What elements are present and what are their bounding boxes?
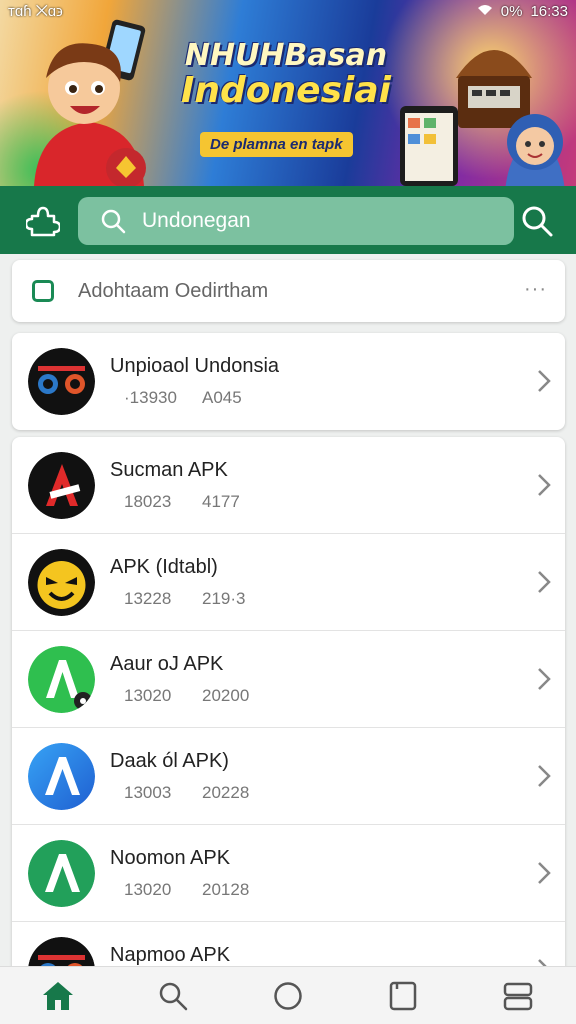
app-title: Aaur oJ APK	[110, 653, 224, 675]
banner-subtitle: De plamna en tapk	[200, 132, 353, 157]
status-right: 0% 16:33	[477, 3, 568, 20]
app-icon-red-a	[28, 452, 95, 519]
banner-title-line2: Indonesiai	[181, 69, 391, 111]
app-meta-size: 4177	[202, 492, 240, 511]
clock: 16:33	[530, 2, 568, 20]
list-item[interactable]: Sucman APK 18023 4177	[12, 437, 565, 534]
featured-card: Unpioaol Undonsia ·13930 A045	[12, 333, 565, 430]
app-meta-size: 219·3	[202, 589, 246, 608]
app-title: Noomon APK	[110, 847, 231, 869]
chevron-right-icon	[538, 370, 551, 392]
app-icon-blue-a	[28, 743, 95, 810]
app-icon-green-a	[28, 646, 95, 713]
list-item-featured[interactable]: Unpioaol Undonsia ·13930 A045	[12, 333, 565, 430]
bottom-navigation	[0, 966, 576, 1024]
search-input[interactable]	[142, 209, 482, 233]
tag-icon	[32, 280, 54, 302]
puzzle-icon[interactable]	[24, 204, 62, 238]
chevron-right-icon	[538, 765, 551, 787]
app-meta-count: 13003	[124, 783, 172, 802]
app-title: Napmoo APK	[110, 944, 231, 966]
chevron-right-icon	[538, 474, 551, 496]
app-icon-featured	[28, 348, 95, 415]
app-meta-size: A045	[202, 388, 242, 407]
chevron-right-icon	[538, 862, 551, 884]
app-meta-count: ·13930	[124, 388, 177, 407]
more-icon[interactable]: ···	[524, 278, 547, 301]
wifi-icon	[477, 3, 493, 20]
search-icon[interactable]	[153, 976, 193, 1016]
banner-title-line1: NHUHBasan	[184, 38, 388, 73]
search-field[interactable]	[78, 197, 514, 245]
promo-banner[interactable]: NHUHBasan Indonesiai De plamna en tapk	[0, 0, 576, 186]
app-title: Sucman APK	[110, 459, 228, 481]
app-icon-angry-face	[28, 549, 95, 616]
recents-icon[interactable]	[498, 976, 538, 1016]
app-meta-count: 13020	[124, 686, 172, 705]
list-item[interactable]: Noomon APK 13020 20128	[12, 825, 565, 922]
status-left-text: ᴛɑɦ ⨉ɑ϶	[8, 2, 63, 20]
app-title: Daak ól APK)	[110, 750, 229, 772]
app-title: APK (Idtabl)	[110, 556, 218, 578]
app-meta-size: 20128	[202, 880, 250, 899]
list-item[interactable]: APK (Idtabl) 13228 219·3	[12, 534, 565, 631]
home-icon[interactable]	[38, 976, 78, 1016]
search-icon	[100, 208, 126, 234]
app-meta-count: 18023	[124, 492, 172, 511]
banner-title: NHUHBasan Indonesiai	[176, 40, 396, 109]
cartoon-boy-illustration	[34, 19, 146, 186]
app-meta-count: 13020	[124, 880, 172, 899]
filter-label: Adohtaam Oedirtham	[78, 279, 269, 302]
list-item[interactable]: Aaur oJ APK 13020 20200	[12, 631, 565, 728]
square-icon[interactable]	[383, 976, 423, 1016]
category-filter[interactable]: Adohtaam Oedirtham ···	[12, 260, 565, 322]
search-button-icon[interactable]	[520, 204, 554, 238]
chevron-right-icon	[538, 668, 551, 690]
app-icon-teal-a	[28, 840, 95, 907]
status-bar: ᴛɑɦ ⨉ɑ϶ 0% 16:33	[0, 0, 576, 22]
circle-icon[interactable]	[268, 976, 308, 1016]
app-title: Unpioaol Undonsia	[110, 355, 280, 377]
hijab-girl-illustration	[505, 114, 565, 186]
app-meta-count: 13228	[124, 589, 172, 608]
app-meta-size: 20228	[202, 783, 250, 802]
app-list: Sucman APK 18023 4177 APK (Idtabl) 13228…	[12, 437, 565, 977]
app-meta-size: 20200	[202, 686, 250, 705]
app-header	[0, 186, 576, 254]
list-item[interactable]: Daak ól APK) 13003 20228	[12, 728, 565, 825]
battery-text: 0%	[500, 2, 523, 20]
chevron-right-icon	[538, 571, 551, 593]
